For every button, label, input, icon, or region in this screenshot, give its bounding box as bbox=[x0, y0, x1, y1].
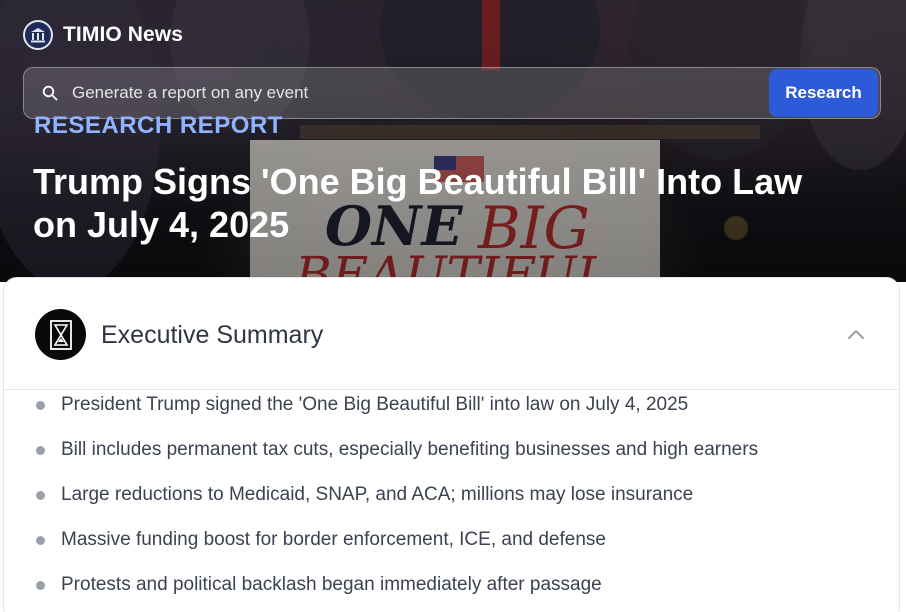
summary-item: Bill includes permanent tax cuts, especi… bbox=[4, 436, 899, 481]
summary-item-text: Large reductions to Medicaid, SNAP, and … bbox=[61, 484, 694, 505]
summary-item-text: Bill includes permanent tax cuts, especi… bbox=[61, 439, 759, 460]
brand[interactable]: TIMIO News bbox=[23, 20, 183, 50]
summary-item: Large reductions to Medicaid, SNAP, and … bbox=[4, 481, 899, 526]
summary-item: Massive funding boost for border enforce… bbox=[4, 526, 899, 571]
bullet-dot-icon bbox=[36, 401, 45, 410]
brand-name: TIMIO News bbox=[63, 23, 184, 46]
executive-summary-title: Executive Summary bbox=[101, 321, 324, 349]
bullet-dot-icon bbox=[36, 446, 45, 455]
summary-list: President Trump signed the 'One Big Beau… bbox=[4, 391, 899, 612]
search-icon bbox=[40, 83, 60, 103]
summary-item-text: Protests and political backlash began im… bbox=[61, 574, 602, 595]
chevron-up-icon[interactable] bbox=[842, 320, 870, 348]
summary-item-text: President Trump signed the 'One Big Beau… bbox=[61, 394, 689, 415]
executive-summary-header[interactable]: Executive Summary bbox=[4, 278, 899, 390]
bullet-dot-icon bbox=[36, 581, 45, 590]
hourglass-icon bbox=[35, 309, 86, 360]
summary-item: Protests and political backlash began im… bbox=[4, 571, 899, 612]
summary-item: President Trump signed the 'One Big Beau… bbox=[4, 391, 899, 436]
report-eyebrow: RESEARCH REPORT bbox=[34, 112, 283, 139]
bullet-dot-icon bbox=[36, 536, 45, 545]
bullet-dot-icon bbox=[36, 491, 45, 500]
hero-banner: ONE BIG BEAUTIFUL TIMIO News Research RE bbox=[0, 0, 906, 282]
summary-item-text: Massive funding boost for border enforce… bbox=[61, 529, 606, 550]
timio-logo-icon bbox=[23, 20, 53, 50]
research-button[interactable]: Research bbox=[769, 69, 878, 117]
search-input[interactable] bbox=[60, 68, 769, 118]
report-title: Trump Signs 'One Big Beautiful Bill' Int… bbox=[33, 161, 803, 245]
executive-summary-card: Executive Summary President Trump signed… bbox=[3, 277, 900, 612]
